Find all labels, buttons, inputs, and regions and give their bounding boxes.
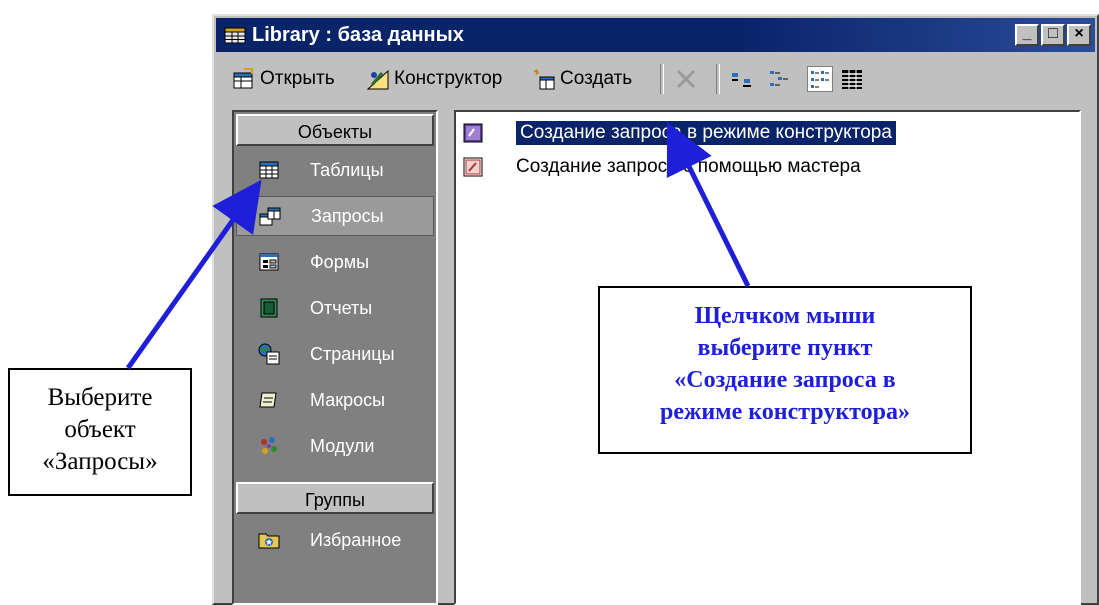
groups-header-button[interactable]: Группы bbox=[236, 482, 434, 514]
form-icon bbox=[259, 253, 279, 271]
object-item-forms[interactable]: Формы bbox=[236, 242, 434, 282]
query-wizard-icon bbox=[463, 157, 483, 177]
callout-text: «Создание запроса в bbox=[674, 367, 896, 393]
objects-header-label: Объекты bbox=[297, 122, 373, 142]
list-item-create-query-wizard[interactable]: Создание запросе с помощью мастера bbox=[462, 152, 861, 182]
close-icon: × bbox=[1074, 25, 1084, 42]
large-icons-icon bbox=[732, 73, 751, 87]
object-item-queries[interactable]: Запросы bbox=[236, 196, 434, 236]
group-item-favorites[interactable]: Избранное bbox=[236, 520, 434, 560]
open-button[interactable]: Открыть bbox=[232, 62, 335, 96]
callout-text: выберите пункт bbox=[697, 335, 873, 361]
objects-bar: Объекты Таблицы Запросы Формы Отчеты Стр… bbox=[232, 110, 438, 605]
favorites-icon bbox=[258, 533, 280, 549]
object-item-label: Таблицы bbox=[310, 159, 384, 180]
object-item-label: Макросы bbox=[310, 389, 386, 410]
create-icon bbox=[533, 68, 555, 90]
page-icon bbox=[258, 343, 280, 365]
window-controls: _ □ × bbox=[1015, 24, 1091, 46]
macro-icon bbox=[259, 392, 277, 408]
title-bar[interactable]: Library : база данных _ □ × bbox=[216, 18, 1095, 52]
object-item-label: Страницы bbox=[310, 343, 395, 364]
query-shortcut-icon bbox=[463, 123, 483, 143]
minimize-button[interactable]: _ bbox=[1015, 24, 1039, 46]
create-button[interactable]: Создать bbox=[532, 62, 632, 96]
close-button[interactable]: × bbox=[1067, 24, 1091, 46]
object-item-tables[interactable]: Таблицы bbox=[236, 150, 434, 190]
callout-text: режиме конструктора» bbox=[660, 399, 910, 425]
designer-button[interactable]: Конструктор bbox=[366, 62, 502, 96]
maximize-icon: □ bbox=[1048, 25, 1058, 42]
object-item-modules[interactable]: Модули bbox=[236, 426, 434, 466]
small-icons-icon bbox=[770, 71, 788, 86]
database-window-icon bbox=[224, 27, 246, 44]
callout-text: Выберите bbox=[47, 384, 153, 411]
objects-header-button[interactable]: Объекты bbox=[236, 114, 434, 146]
details-view-icon bbox=[842, 70, 862, 89]
window-title: Library : база данных bbox=[252, 24, 464, 46]
callout-select-queries: Выберите объект «Запросы» bbox=[8, 368, 192, 496]
object-item-label: Отчеты bbox=[310, 297, 373, 318]
create-label: Создать bbox=[560, 68, 633, 89]
query-icon bbox=[259, 207, 281, 226]
designer-label: Конструктор bbox=[394, 68, 503, 89]
toolbar-separator bbox=[716, 64, 720, 94]
toolbar-separator bbox=[660, 64, 664, 94]
group-item-label: Избранное bbox=[310, 529, 402, 550]
list-item-label: Создание запроса в режиме конструктора bbox=[515, 120, 897, 146]
delete-icon bbox=[676, 69, 696, 89]
callout-select-designer-item: Щелчком мыши выберите пункт «Создание за… bbox=[598, 286, 972, 454]
details-view-button[interactable] bbox=[840, 62, 868, 96]
list-view-icon bbox=[807, 66, 833, 92]
callout-text: объект bbox=[64, 416, 136, 443]
open-icon bbox=[233, 68, 253, 89]
small-icons-button[interactable] bbox=[766, 62, 794, 96]
open-label: Открыть bbox=[260, 68, 335, 89]
object-item-macros[interactable]: Макросы bbox=[236, 380, 434, 420]
toolbar: Открыть Конструктор Создать bbox=[216, 56, 1095, 102]
large-icons-button[interactable] bbox=[730, 62, 758, 96]
report-icon bbox=[260, 298, 278, 318]
minimize-icon: _ bbox=[1022, 25, 1032, 42]
list-view-button[interactable] bbox=[807, 62, 836, 96]
module-icon bbox=[261, 437, 277, 454]
delete-button[interactable] bbox=[674, 62, 702, 96]
list-item-label: Создание запросе с помощью мастера bbox=[516, 156, 861, 177]
table-icon bbox=[259, 161, 279, 179]
object-item-pages[interactable]: Страницы bbox=[236, 334, 434, 374]
object-item-label: Формы bbox=[310, 251, 370, 272]
object-item-reports[interactable]: Отчеты bbox=[236, 288, 434, 328]
callout-text: Щелчком мыши bbox=[694, 303, 876, 329]
groups-header-label: Группы bbox=[305, 490, 365, 510]
designer-icon bbox=[366, 69, 389, 90]
callout-text: «Запросы» bbox=[42, 448, 158, 475]
list-item-create-query-designer[interactable]: Создание запроса в режиме конструктора bbox=[462, 118, 897, 148]
object-item-label: Модули bbox=[310, 435, 375, 456]
maximize-button[interactable]: □ bbox=[1041, 24, 1065, 46]
object-item-label: Запросы bbox=[311, 205, 384, 226]
